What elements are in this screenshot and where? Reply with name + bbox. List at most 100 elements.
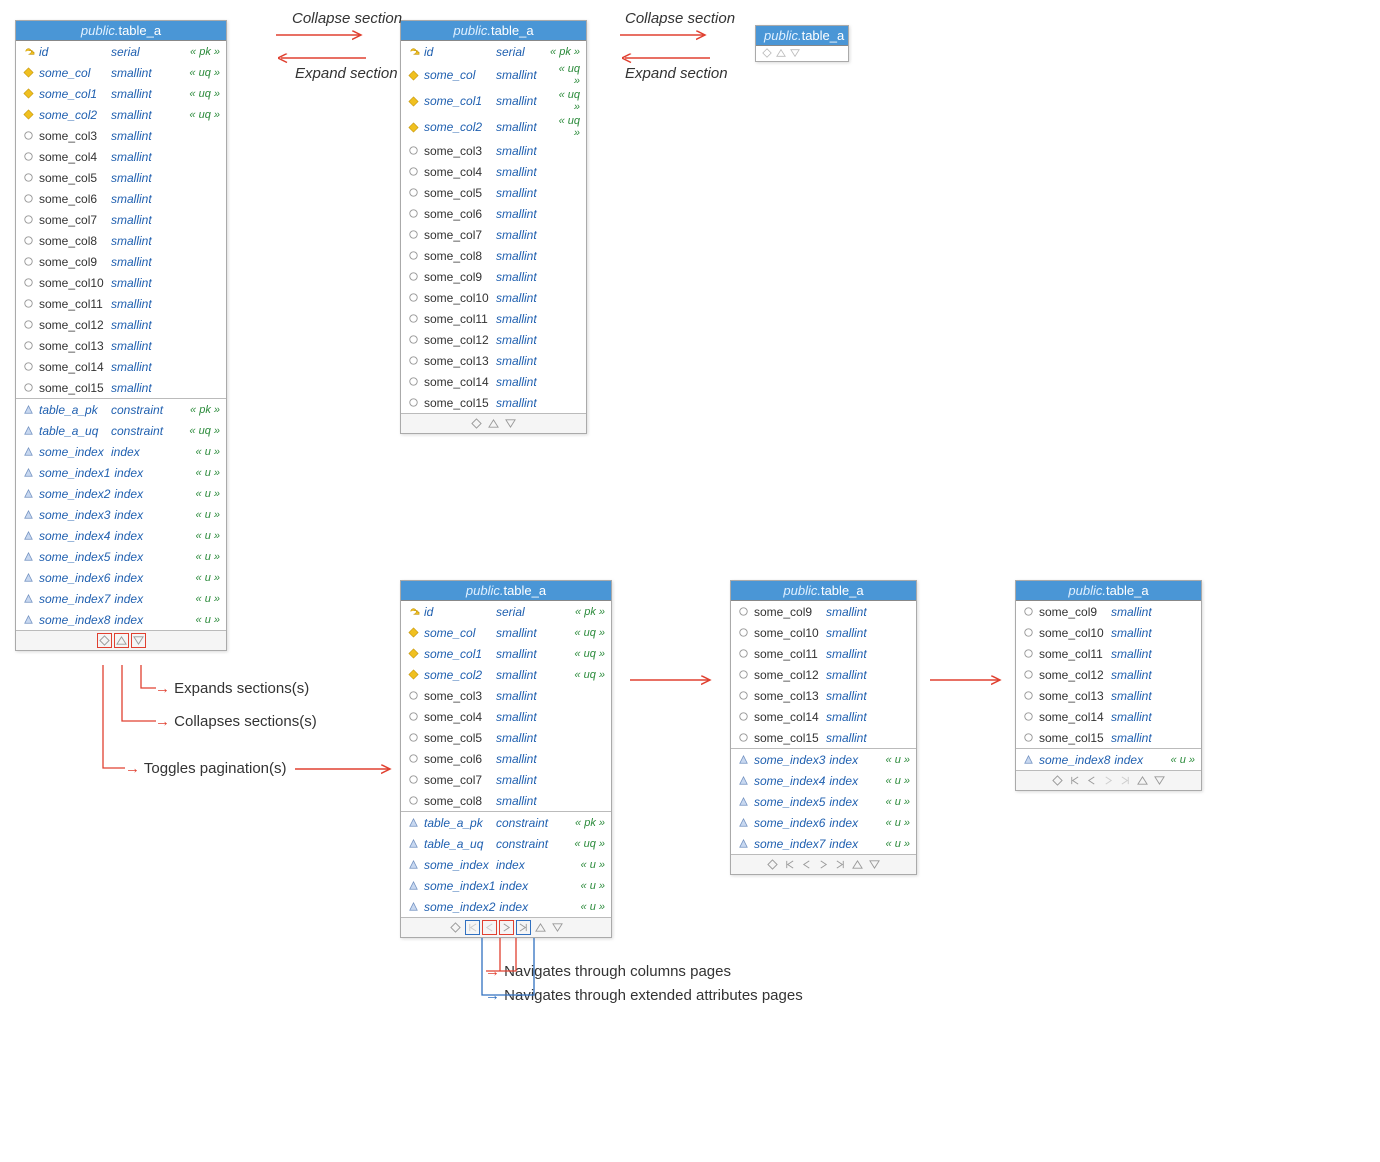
table-row[interactable]: some_col3smallint bbox=[401, 140, 586, 161]
collapse-icon[interactable] bbox=[534, 921, 547, 934]
expand-icon[interactable] bbox=[132, 634, 145, 647]
next-page-icon[interactable] bbox=[500, 921, 513, 934]
table-row[interactable]: some_index1index« u » bbox=[401, 875, 611, 896]
last-page-icon[interactable] bbox=[834, 858, 847, 871]
table-row[interactable]: some_col5smallint bbox=[401, 182, 586, 203]
collapse-icon[interactable] bbox=[487, 417, 500, 430]
table-row[interactable]: some_col11smallint bbox=[401, 308, 586, 329]
table-row[interactable]: some_index2index« u » bbox=[16, 483, 226, 504]
table-row[interactable]: some_col4smallint bbox=[16, 146, 226, 167]
table-row[interactable]: some_col14smallint bbox=[16, 356, 226, 377]
next-page-icon[interactable] bbox=[1102, 774, 1115, 787]
table-header[interactable]: public.table_a bbox=[401, 21, 586, 41]
toggle-pagination-icon[interactable] bbox=[98, 634, 111, 647]
toggle-pagination-icon[interactable] bbox=[449, 921, 462, 934]
table-row[interactable]: some_col9smallint bbox=[1016, 601, 1201, 622]
table-row[interactable]: some_col6smallint bbox=[401, 748, 611, 769]
expand-icon[interactable] bbox=[1153, 774, 1166, 787]
table-row[interactable]: some_col2smallint« uq » bbox=[401, 114, 586, 140]
next-page-icon[interactable] bbox=[817, 858, 830, 871]
collapse-icon[interactable] bbox=[1136, 774, 1149, 787]
table-row[interactable]: some_col10smallint bbox=[401, 287, 586, 308]
table-row[interactable]: some_col13smallint bbox=[1016, 685, 1201, 706]
table-row[interactable]: some_col15smallint bbox=[16, 377, 226, 398]
table-row[interactable]: table_a_pkconstraint« pk » bbox=[16, 399, 226, 420]
collapse-icon[interactable] bbox=[115, 634, 128, 647]
table-row[interactable]: table_a_uqconstraint« uq » bbox=[401, 833, 611, 854]
table-row[interactable]: some_colsmallint« uq » bbox=[16, 62, 226, 83]
table-header[interactable]: public.table_a bbox=[731, 581, 916, 601]
first-page-icon[interactable] bbox=[1068, 774, 1081, 787]
table-row[interactable]: some_index1index« u » bbox=[16, 462, 226, 483]
table-header[interactable]: public.table_a bbox=[1016, 581, 1201, 601]
table-header[interactable]: public.table_a bbox=[401, 581, 611, 601]
last-page-icon[interactable] bbox=[517, 921, 530, 934]
table-row[interactable]: some_col8smallint bbox=[401, 790, 611, 811]
table-row[interactable]: some_col3smallint bbox=[16, 125, 226, 146]
table-row[interactable]: some_col14smallint bbox=[1016, 706, 1201, 727]
table-row[interactable]: some_col12smallint bbox=[16, 314, 226, 335]
first-page-icon[interactable] bbox=[783, 858, 796, 871]
table-row[interactable]: some_index4index« u » bbox=[16, 525, 226, 546]
table-row[interactable]: some_col6smallint bbox=[401, 203, 586, 224]
toggle-pagination-icon[interactable] bbox=[766, 858, 779, 871]
table-row[interactable]: some_col13smallint bbox=[16, 335, 226, 356]
table-header[interactable]: public.table_a bbox=[756, 26, 848, 46]
table-row[interactable]: some_col1smallint« uq » bbox=[401, 88, 586, 114]
table-row[interactable]: some_col5smallint bbox=[401, 727, 611, 748]
table-row[interactable]: some_col13smallint bbox=[731, 685, 916, 706]
table-row[interactable]: some_col11smallint bbox=[1016, 643, 1201, 664]
table-row[interactable]: some_col7smallint bbox=[16, 209, 226, 230]
table-row[interactable]: some_col10smallint bbox=[16, 272, 226, 293]
table-row[interactable]: some_col10smallint bbox=[731, 622, 916, 643]
table-row[interactable]: some_col4smallint bbox=[401, 706, 611, 727]
table-row[interactable]: some_col3smallint bbox=[401, 685, 611, 706]
table-row[interactable]: some_col15smallint bbox=[401, 392, 586, 413]
expand-icon[interactable] bbox=[504, 417, 517, 430]
table-row[interactable]: some_index8index« u » bbox=[16, 609, 226, 630]
table-row[interactable]: some_col7smallint bbox=[401, 769, 611, 790]
table-row[interactable]: idserial« pk » bbox=[401, 601, 611, 622]
table-row[interactable]: some_col15smallint bbox=[1016, 727, 1201, 748]
table-row[interactable]: some_index2index« u » bbox=[401, 896, 611, 917]
table-row[interactable]: some_col12smallint bbox=[401, 329, 586, 350]
toggle-pagination-icon[interactable] bbox=[470, 417, 483, 430]
table-row[interactable]: some_colsmallint« uq » bbox=[401, 622, 611, 643]
table-row[interactable]: some_index5index« u » bbox=[16, 546, 226, 567]
table-row[interactable]: some_indexindex« u » bbox=[16, 441, 226, 462]
table-row[interactable]: some_col13smallint bbox=[401, 350, 586, 371]
table-row[interactable]: some_col12smallint bbox=[731, 664, 916, 685]
table-row[interactable]: some_index7index« u » bbox=[16, 588, 226, 609]
table-row[interactable]: table_a_pkconstraint« pk » bbox=[401, 812, 611, 833]
table-row[interactable]: some_index5index« u » bbox=[731, 791, 916, 812]
table-row[interactable]: some_col2smallint« uq » bbox=[16, 104, 226, 125]
table-header[interactable]: public.table_a bbox=[16, 21, 226, 41]
table-row[interactable]: idserial« pk » bbox=[16, 41, 226, 62]
table-row[interactable]: some_index4index« u » bbox=[731, 770, 916, 791]
table-row[interactable]: some_col5smallint bbox=[16, 167, 226, 188]
table-row[interactable]: some_col8smallint bbox=[401, 245, 586, 266]
table-row[interactable]: some_col2smallint« uq » bbox=[401, 664, 611, 685]
first-page-icon[interactable] bbox=[466, 921, 479, 934]
table-row[interactable]: some_colsmallint« uq » bbox=[401, 62, 586, 88]
table-row[interactable]: some_indexindex« u » bbox=[401, 854, 611, 875]
table-row[interactable]: some_col1smallint« uq » bbox=[401, 643, 611, 664]
table-row[interactable]: some_col11smallint bbox=[731, 643, 916, 664]
table-row[interactable]: some_index6index« u » bbox=[731, 812, 916, 833]
table-row[interactable]: idserial« pk » bbox=[401, 41, 586, 62]
last-page-icon[interactable] bbox=[1119, 774, 1132, 787]
prev-page-icon[interactable] bbox=[483, 921, 496, 934]
table-row[interactable]: some_index8index« u » bbox=[1016, 749, 1201, 770]
table-row[interactable]: table_a_uqconstraint« uq » bbox=[16, 420, 226, 441]
table-row[interactable]: some_col8smallint bbox=[16, 230, 226, 251]
table-row[interactable]: some_col9smallint bbox=[401, 266, 586, 287]
expand-icon[interactable] bbox=[868, 858, 881, 871]
table-row[interactable]: some_col14smallint bbox=[731, 706, 916, 727]
table-row[interactable]: some_col10smallint bbox=[1016, 622, 1201, 643]
toggle-pagination-icon[interactable] bbox=[1051, 774, 1064, 787]
table-row[interactable]: some_col7smallint bbox=[401, 224, 586, 245]
toggle-pagination-icon[interactable] bbox=[762, 48, 773, 59]
table-row[interactable]: some_col12smallint bbox=[1016, 664, 1201, 685]
table-row[interactable]: some_col11smallint bbox=[16, 293, 226, 314]
table-row[interactable]: some_index3index« u » bbox=[16, 504, 226, 525]
